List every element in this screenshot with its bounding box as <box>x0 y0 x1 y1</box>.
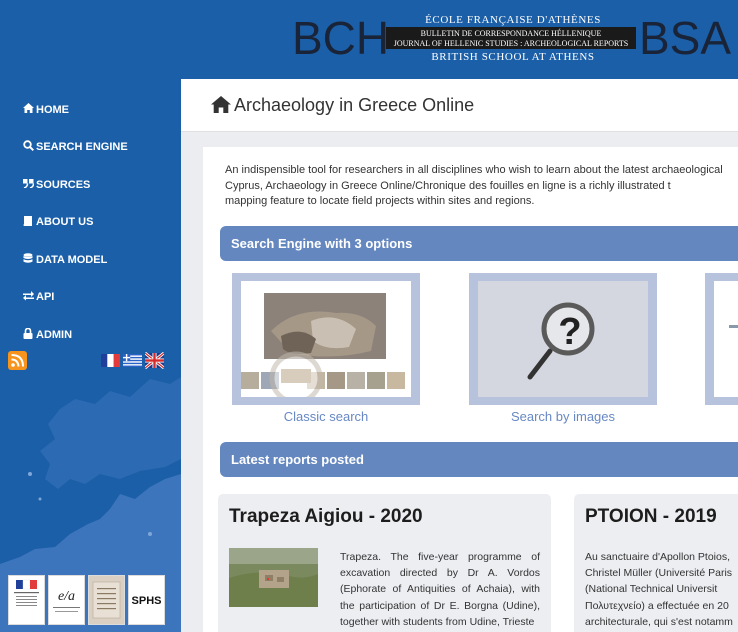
report-summary: Au sanctuaire d'Apollon Ptoios, Christel… <box>585 549 738 630</box>
report-title[interactable]: PTOION - 2019 <box>585 506 717 528</box>
sphs-logo[interactable]: SPHS <box>128 575 165 625</box>
bsa-label: BRITISH SCHOOL AT ATHENS <box>431 51 595 63</box>
efa-label: ÉCOLE FRANÇAISE D'ATHÈNES <box>425 14 601 26</box>
image-search-link[interactable]: Search by images <box>469 409 657 424</box>
image-search-card[interactable]: ? <box>469 273 657 405</box>
nav-sources-label: SOURCES <box>36 178 91 191</box>
nav-admin-label: ADMIN <box>36 328 73 341</box>
svg-text:e/a: e/a <box>58 589 75 604</box>
lock-icon <box>23 327 36 342</box>
efa-logo[interactable]: e/a <box>48 575 85 625</box>
svg-text:?: ? <box>558 311 581 353</box>
search-engine-section-header: Search Engine with 3 options <box>220 226 738 261</box>
nav-data-model[interactable]: DATA MODEL <box>23 241 128 279</box>
classic-search-link[interactable]: Classic search <box>232 409 420 424</box>
search-icon <box>23 140 36 154</box>
home-icon <box>23 103 36 116</box>
classic-search-thumbnail <box>241 281 411 405</box>
report-thumbnail[interactable] <box>229 548 318 607</box>
book-icon <box>23 215 36 229</box>
page-header: Archaeology in Greece Online <box>181 79 738 132</box>
nav-home[interactable]: HOME <box>23 91 128 129</box>
intro-line: An indispensible tool for researchers in… <box>225 164 723 176</box>
bsa-logo-text[interactable]: BSA <box>639 12 731 64</box>
classic-search-card[interactable] <box>232 273 420 405</box>
bch-logo-text[interactable]: BCH <box>292 12 389 64</box>
report-summary: Trapeza. The five-year programme of exca… <box>340 551 540 628</box>
nav-search-engine[interactable]: SEARCH ENGINE <box>23 129 128 167</box>
nav-search-engine-label: SEARCH ENGINE <box>36 141 128 154</box>
report-card[interactable]: Trapeza Aigiou - 2020 Trapeza. The five-… <box>218 494 551 632</box>
image-search-thumbnail: ? <box>478 281 648 397</box>
bch-journal-line2: JOURNAL OF HELLENIC STUDIES : ARCHEOLOGI… <box>393 38 629 48</box>
nav-admin[interactable]: ADMIN <box>23 316 128 354</box>
intro-line: mapping feature to locate field projects… <box>225 195 535 208</box>
report-summary-line: Christel Müller (Université Paris <box>585 567 733 580</box>
exchange-icon <box>23 290 36 304</box>
nav-data-model-label: DATA MODEL <box>36 253 108 266</box>
nav-home-label: HOME <box>36 103 69 116</box>
nav-about-us-label: ABOUT US <box>36 216 94 229</box>
french-flag-icon[interactable] <box>101 352 120 369</box>
report-summary-line: (National Technical Universit <box>585 583 718 596</box>
bch-journal-box: BULLETIN DE CORRESPONDANCE HÉLLENIQUE JO… <box>386 27 636 49</box>
report-summary-line: Au sanctuaire d'Apollon Ptoios, <box>585 551 731 563</box>
latest-reports-section-header: Latest reports posted <box>220 442 738 477</box>
main-content: An indispensible tool for researchers in… <box>203 147 738 632</box>
bsa-logo[interactable] <box>88 575 125 625</box>
greek-flag-icon[interactable] <box>123 352 142 369</box>
nav-sources[interactable]: SOURCES <box>23 166 128 204</box>
report-card[interactable]: PTOION - 2019 Au sanctuaire d'Apollon Pt… <box>574 494 738 632</box>
map-search-thumbnail <box>714 281 738 397</box>
bch-journal-line1: BULLETIN DE CORRESPONDANCE HÉLLENIQUE <box>420 29 602 38</box>
report-summary-line: Πολυτεχνείο) a effectuée en 20 <box>585 599 729 612</box>
report-title[interactable]: Trapeza Aigiou - 2020 <box>229 506 423 528</box>
home-icon <box>211 96 231 118</box>
sidebar: HOME SEARCH ENGINE SOURCES ABOUT US DATA… <box>0 79 181 632</box>
main-nav: HOME SEARCH ENGINE SOURCES ABOUT US DATA… <box>23 91 128 354</box>
site-banner: BCH ÉCOLE FRANÇAISE D'ATHÈNES BULLETIN D… <box>0 0 738 79</box>
rss-icon[interactable] <box>8 351 27 370</box>
map-search-card[interactable] <box>705 273 738 405</box>
ministry-logo[interactable] <box>8 575 45 625</box>
nav-api[interactable]: API <box>23 279 128 317</box>
database-icon <box>23 252 36 267</box>
page-title: Archaeology in Greece Online <box>234 95 475 115</box>
quote-icon <box>23 178 36 191</box>
intro-line: Cyprus, Archaeology in Greece Online/Chr… <box>225 179 671 192</box>
nav-api-label: API <box>36 291 55 304</box>
nav-about-us[interactable]: ABOUT US <box>23 204 128 242</box>
intro-text: An indispensible tool for researchers in… <box>225 163 738 210</box>
uk-flag-icon[interactable] <box>145 352 164 369</box>
svg-text:SPHS: SPHS <box>132 595 162 607</box>
report-summary-line: architecturale, qui s'est notamm <box>585 615 733 628</box>
